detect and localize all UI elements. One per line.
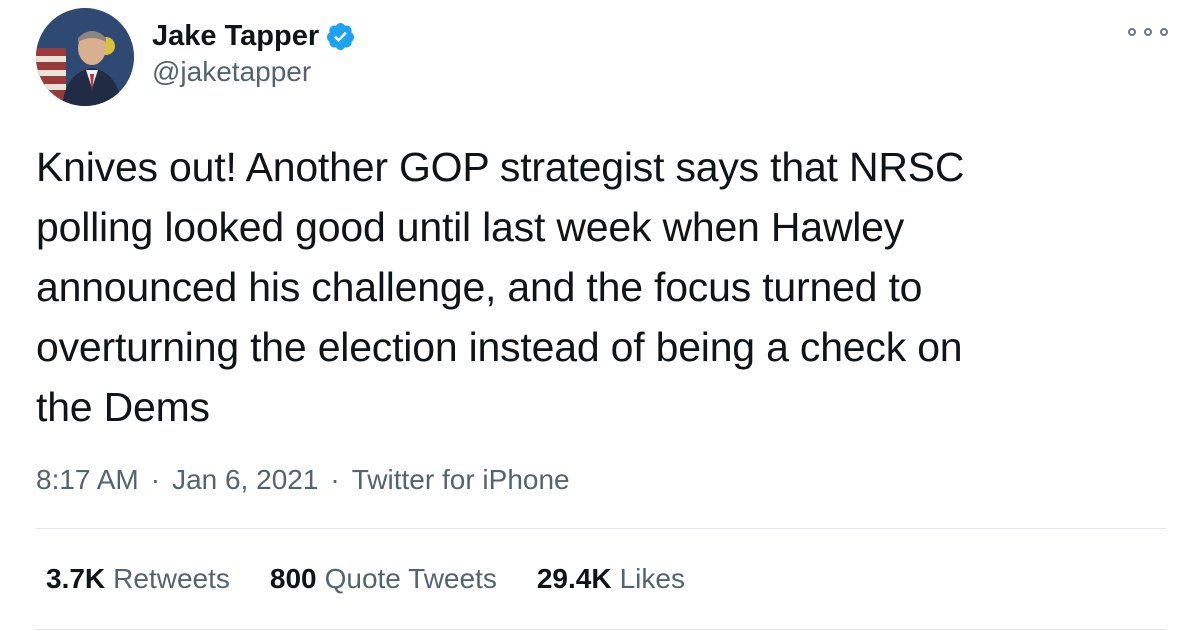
- more-dot: [1144, 28, 1152, 36]
- tweet-text: Knives out! Another GOP strategist says …: [36, 144, 965, 430]
- tweet-source[interactable]: Twitter for iPhone: [352, 464, 570, 496]
- meta-separator: ·: [330, 464, 340, 495]
- retweets-count: 3.7K: [46, 563, 106, 594]
- more-dot: [1160, 28, 1168, 36]
- divider: [36, 629, 1166, 630]
- profile-photo-icon: [36, 8, 134, 106]
- more-dot: [1128, 28, 1136, 36]
- tweet-card: Jake Tapper @jaketapper Knives out! Anot…: [0, 0, 1200, 631]
- meta-separator: ·: [150, 464, 161, 495]
- tweet-date[interactable]: Jan 6, 2021: [172, 464, 318, 496]
- tweet-meta: 8:17 AM · Jan 6, 2021 · Twitter for iPho…: [36, 464, 570, 496]
- retweets-stat[interactable]: 3.7K Retweets: [46, 563, 230, 595]
- tweet-time[interactable]: 8:17 AM: [36, 464, 139, 496]
- divider: [36, 528, 1166, 529]
- quote-tweets-label: Quote Tweets: [324, 563, 497, 594]
- more-options-icon[interactable]: [1128, 22, 1168, 42]
- likes-label: Likes: [619, 563, 685, 594]
- verified-badge-icon: [325, 21, 356, 52]
- retweets-label: Retweets: [113, 563, 230, 594]
- quote-tweets-count: 800: [269, 563, 317, 594]
- name-row: Jake Tapper: [152, 16, 356, 56]
- likes-stat[interactable]: 29.4K Likes: [537, 563, 685, 595]
- display-name[interactable]: Jake Tapper: [152, 20, 319, 53]
- user-handle[interactable]: @jaketapper: [152, 56, 311, 88]
- engagement-stats: 3.7K Retweets 800 Quote Tweets 29.4K Lik…: [46, 563, 725, 595]
- likes-count: 29.4K: [536, 563, 612, 594]
- avatar[interactable]: [36, 8, 134, 106]
- quote-tweets-stat[interactable]: 800 Quote Tweets: [270, 563, 497, 595]
